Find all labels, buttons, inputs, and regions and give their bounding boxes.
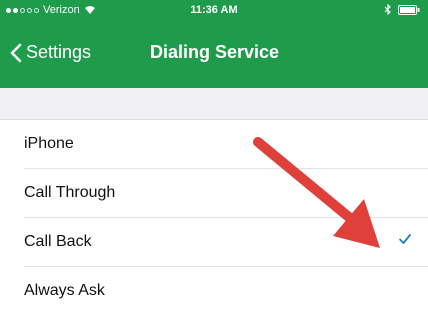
back-button-label: Settings bbox=[26, 42, 92, 62]
option-always-ask[interactable]: Always Ask bbox=[24, 267, 428, 316]
page-title: Dialing Service bbox=[150, 42, 280, 62]
status-time: 11:36 AM bbox=[190, 4, 238, 16]
option-label: Call Back bbox=[24, 233, 92, 250]
battery-icon bbox=[398, 4, 420, 15]
navigation-bar: Settings Dialing Service bbox=[0, 22, 428, 88]
status-bar: Verizon 11:36 AM bbox=[0, 0, 428, 22]
option-label: iPhone bbox=[24, 135, 74, 152]
option-iphone[interactable]: iPhone bbox=[24, 120, 428, 169]
chevron-left-icon bbox=[10, 43, 22, 62]
option-label: Call Through bbox=[24, 184, 116, 201]
option-call-through[interactable]: Call Through bbox=[24, 169, 428, 218]
status-right bbox=[384, 4, 420, 15]
bluetooth-icon bbox=[384, 4, 391, 15]
checkmark-icon bbox=[399, 234, 411, 244]
back-button[interactable]: Settings bbox=[10, 42, 91, 63]
option-call-back[interactable]: Call Back bbox=[24, 218, 428, 267]
option-label: Always Ask bbox=[24, 282, 105, 299]
section-header bbox=[0, 88, 428, 120]
dialing-options-list: iPhone Call Through Call Back Always Ask bbox=[0, 120, 428, 316]
